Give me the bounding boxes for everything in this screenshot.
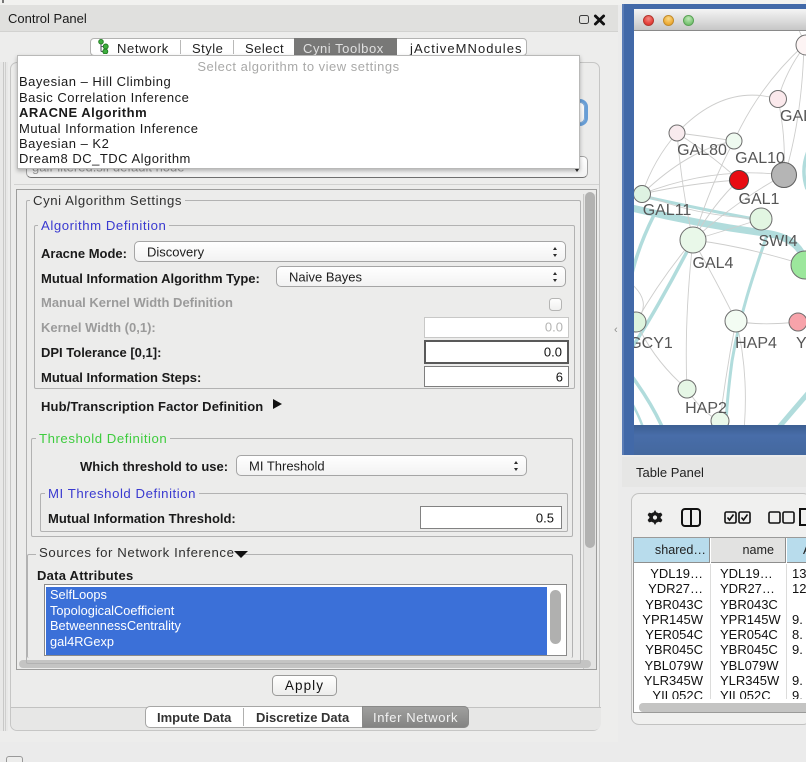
svg-text:GAL4: GAL4: [693, 255, 734, 272]
svg-text:GAL2: GAL2: [780, 108, 806, 125]
svg-text:GAL80: GAL80: [677, 142, 727, 159]
svg-text:HAP2: HAP2: [685, 400, 727, 417]
svg-text:GAL11: GAL11: [643, 202, 692, 219]
svg-text:GCY1: GCY1: [634, 335, 673, 352]
svg-text:GAL1: GAL1: [739, 191, 780, 208]
svg-text:YKL: YKL: [796, 335, 806, 352]
svg-text:GAL10: GAL10: [735, 150, 785, 167]
svg-text:SWI4: SWI4: [758, 233, 797, 250]
svg-text:HAP4: HAP4: [735, 335, 777, 352]
